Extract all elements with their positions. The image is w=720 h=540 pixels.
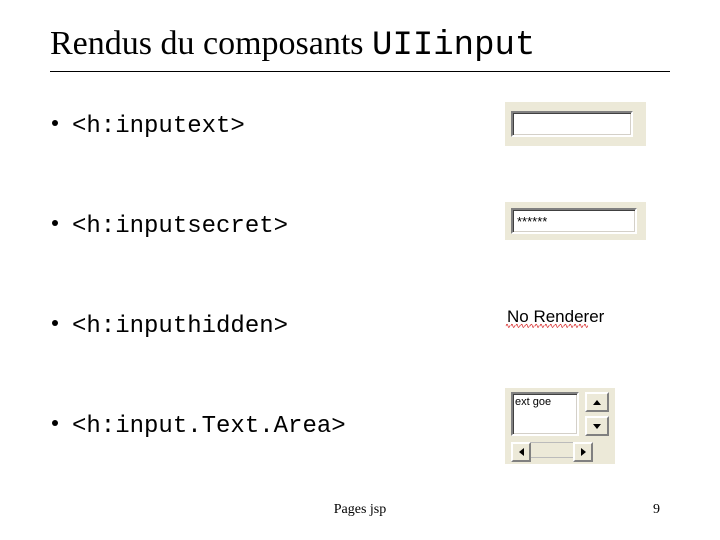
chevron-left-icon: [519, 448, 524, 456]
inputtext-container: [505, 102, 646, 146]
page-number: 9: [653, 502, 660, 518]
slide: Rendus du composants UIIinput <h:inputex…: [0, 0, 720, 540]
chevron-down-icon: [593, 424, 601, 429]
render-inputtext: [505, 102, 646, 146]
item-inputsecret: <h:inputsecret> ******: [50, 202, 670, 250]
item-label: <h:input.Text.Area>: [72, 413, 346, 440]
title-mono: UIIinput: [372, 27, 535, 65]
title-serif: Rendus du composants: [50, 25, 372, 62]
bullet-list: <h:inputext> <h:inputsecret> ****** <h:i…: [50, 102, 670, 450]
render-inputhidden: No Renderer ∿∿∿∿∿∿∿∿∿∿∿∿∿∿∿∿∿: [505, 302, 642, 332]
text-input[interactable]: [511, 111, 633, 137]
item-inputtextarea: <h:input.Text.Area> ext goe: [50, 402, 670, 450]
chevron-up-icon: [593, 400, 601, 405]
scroll-down-button[interactable]: [585, 416, 609, 436]
scroll-right-button[interactable]: [573, 442, 593, 462]
chevron-right-icon: [581, 448, 586, 456]
footer-center: Pages jsp: [0, 502, 720, 518]
bullet-icon: [52, 420, 58, 426]
slide-title: Rendus du composants UIIinput: [50, 25, 670, 65]
title-underline: [50, 71, 670, 72]
inputsecret-container: ******: [505, 202, 646, 240]
scroll-left-button[interactable]: [511, 442, 531, 462]
password-input[interactable]: ******: [511, 208, 637, 234]
item-inputtext: <h:inputext>: [50, 102, 670, 150]
item-label: <h:inputhidden>: [72, 313, 288, 340]
bullet-icon: [52, 320, 58, 326]
textarea-container: ext goe: [505, 388, 615, 464]
password-value: ******: [517, 214, 547, 229]
textarea-input[interactable]: ext goe: [511, 392, 579, 436]
render-inputsecret: ******: [505, 202, 646, 240]
render-textarea: ext goe: [505, 388, 615, 464]
bullet-icon: [52, 120, 58, 126]
horizontal-scrollbar[interactable]: [511, 442, 593, 458]
item-label: <h:inputext>: [72, 113, 245, 140]
scrollbar-track[interactable]: [531, 442, 573, 458]
vertical-scrollbar[interactable]: [585, 392, 605, 428]
textarea-value: ext goe: [515, 396, 551, 408]
item-label: <h:inputsecret>: [72, 213, 288, 240]
scroll-up-button[interactable]: [585, 392, 609, 412]
item-inputhidden: <h:inputhidden> No Renderer ∿∿∿∿∿∿∿∿∿∿∿∿…: [50, 302, 670, 350]
bullet-icon: [52, 220, 58, 226]
no-renderer-label: No Renderer ∿∿∿∿∿∿∿∿∿∿∿∿∿∿∿∿∿: [505, 302, 642, 332]
spellcheck-squiggle-icon: ∿∿∿∿∿∿∿∿∿∿∿∿∿∿∿∿∿: [505, 322, 605, 330]
